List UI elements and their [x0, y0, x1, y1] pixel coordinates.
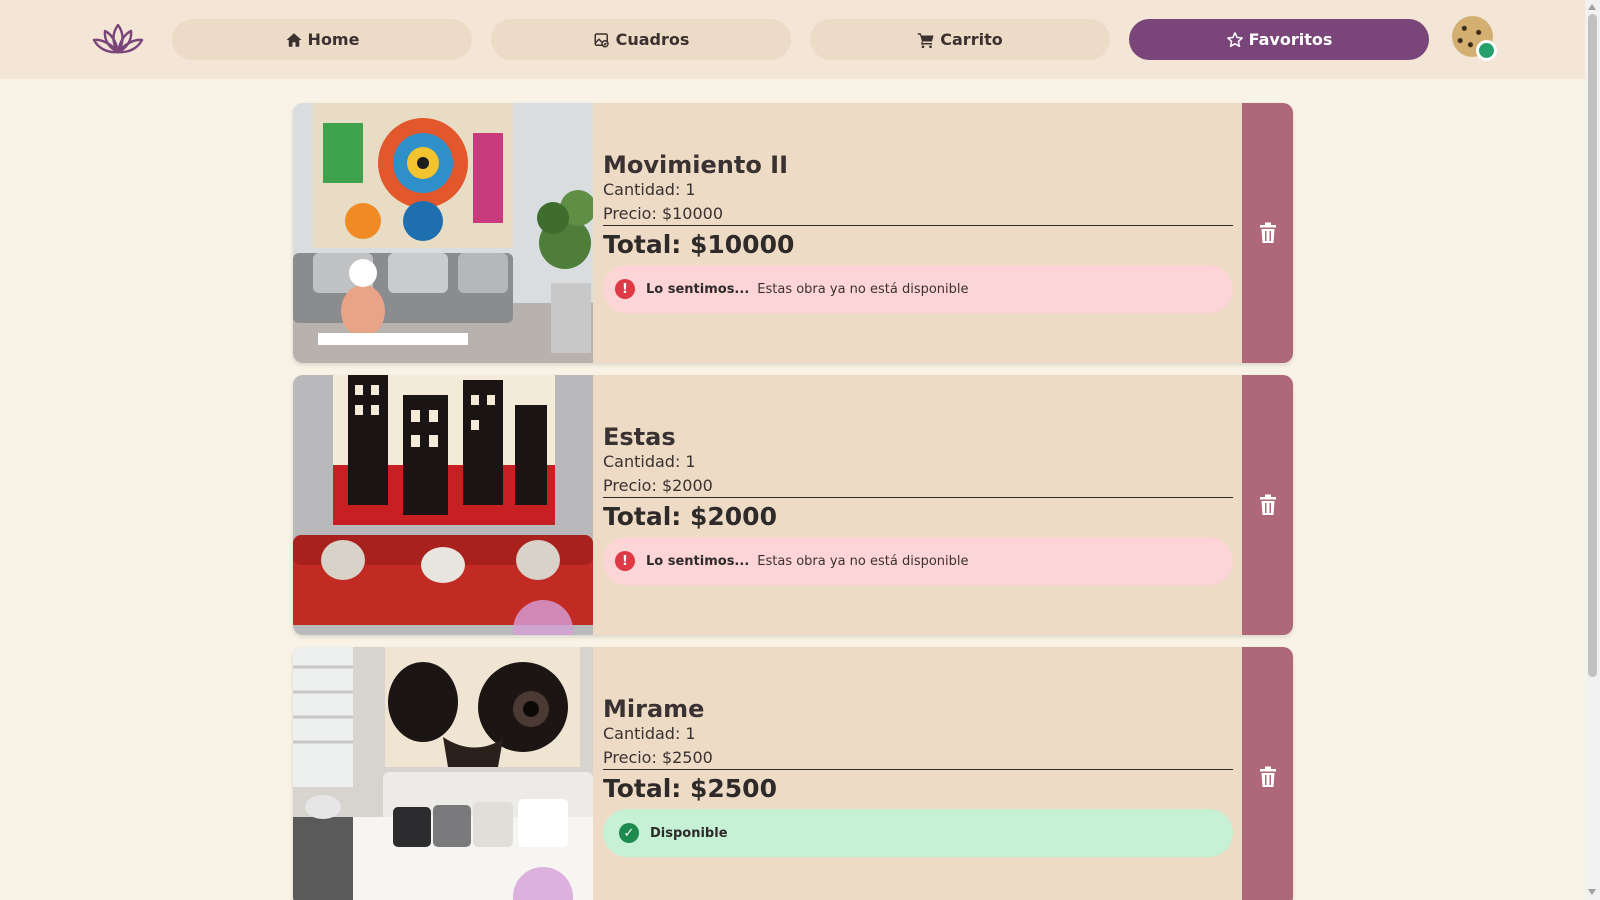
nav-home-button[interactable]: Home — [172, 19, 472, 60]
item-title: Mirame — [603, 695, 705, 723]
item-divider — [603, 497, 1233, 498]
cart-item: Mirame Cantidad: 1 Precio: $2500 Total: … — [293, 647, 1293, 900]
alert-message: Estas obra ya no está disponible — [757, 553, 969, 569]
lotus-icon[interactable] — [91, 22, 145, 56]
trash-icon — [1259, 494, 1276, 515]
scrollbar-thumb[interactable] — [1588, 14, 1597, 677]
nav-favoritos-button[interactable]: Favoritos — [1129, 19, 1429, 60]
home-icon — [286, 32, 302, 47]
artwork-image[interactable] — [293, 103, 593, 363]
unavailable-alert: ! Lo sentimos... Estas obra ya no está d… — [603, 265, 1233, 313]
item-total: Total: $10000 — [603, 230, 795, 259]
nav-carrito-label: Carrito — [940, 30, 1003, 49]
cart-list: Movimiento II Cantidad: 1 Precio: $10000… — [293, 103, 1293, 900]
item-quantity: Cantidad: 1 — [603, 180, 696, 199]
delete-item-button[interactable] — [1242, 375, 1293, 635]
scroll-up-arrow-icon[interactable] — [1588, 4, 1596, 10]
item-total: Total: $2500 — [603, 774, 777, 803]
nav-carrito-button[interactable]: Carrito — [810, 19, 1110, 60]
item-quantity: Cantidad: 1 — [603, 452, 696, 471]
item-divider — [603, 225, 1233, 226]
error-icon: ! — [615, 551, 635, 571]
delete-item-button[interactable] — [1242, 647, 1293, 900]
alert-title: Lo sentimos... — [646, 281, 750, 297]
item-info: Estas Cantidad: 1 Precio: $2000 Total: $… — [603, 375, 1233, 635]
item-price: Precio: $2000 — [603, 476, 713, 495]
online-status-dot — [1476, 40, 1497, 61]
page-scrollbar[interactable] — [1585, 0, 1600, 900]
nav-cuadros-label: Cuadros — [615, 30, 690, 49]
nav-favoritos-label: Favoritos — [1248, 30, 1333, 49]
item-price: Precio: $2500 — [603, 748, 713, 767]
artwork-image[interactable] — [293, 375, 593, 635]
item-info: Mirame Cantidad: 1 Precio: $2500 Total: … — [603, 647, 1233, 900]
nav-cuadros-button[interactable]: Cuadros — [491, 19, 791, 60]
trash-icon — [1259, 222, 1276, 243]
delete-item-button[interactable] — [1242, 103, 1293, 363]
available-alert: ✓ Disponible — [603, 809, 1233, 857]
item-quantity: Cantidad: 1 — [603, 724, 696, 743]
alert-message: Estas obra ya no está disponible — [757, 281, 969, 297]
item-total: Total: $2000 — [603, 502, 777, 531]
cart-item: Movimiento II Cantidad: 1 Precio: $10000… — [293, 103, 1293, 363]
item-divider — [603, 769, 1233, 770]
check-icon: ✓ — [619, 823, 639, 843]
alert-title: Disponible — [650, 825, 728, 841]
nav-home-label: Home — [307, 30, 360, 49]
picture-icon — [594, 32, 609, 47]
top-navbar: Home Cuadros Carrito Favoritos — [0, 0, 1585, 79]
error-icon: ! — [615, 279, 635, 299]
item-title: Estas — [603, 423, 676, 451]
cart-item: Estas Cantidad: 1 Precio: $2000 Total: $… — [293, 375, 1293, 635]
alert-title: Lo sentimos... — [646, 553, 750, 569]
item-price: Precio: $10000 — [603, 204, 724, 223]
scroll-down-arrow-icon[interactable] — [1588, 889, 1596, 895]
unavailable-alert: ! Lo sentimos... Estas obra ya no está d… — [603, 537, 1233, 585]
artwork-image[interactable] — [293, 647, 593, 900]
item-info: Movimiento II Cantidad: 1 Precio: $10000… — [603, 103, 1233, 363]
cart-icon — [918, 32, 934, 48]
item-title: Movimiento II — [603, 151, 789, 179]
trash-icon — [1259, 766, 1276, 787]
star-icon — [1226, 31, 1243, 47]
